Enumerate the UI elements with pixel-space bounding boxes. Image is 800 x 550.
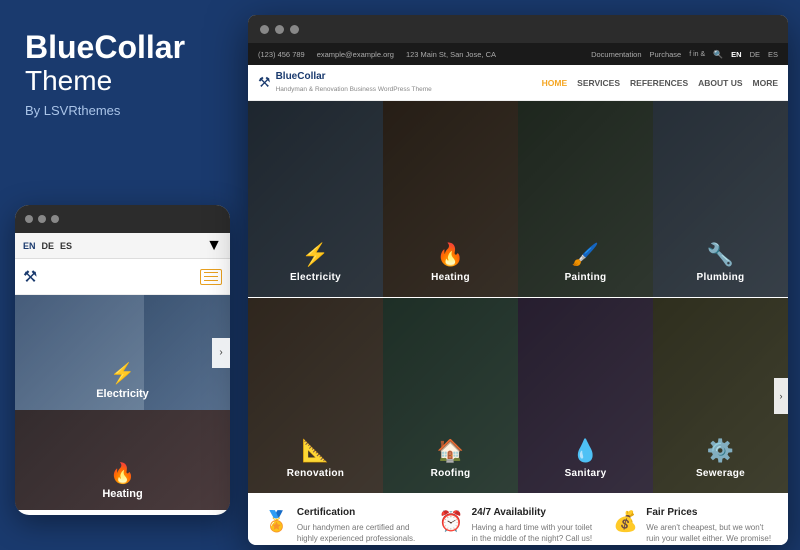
service-plumbing[interactable]: 🔧 Plumbing — [653, 101, 788, 297]
painting-label: Painting — [565, 272, 607, 283]
site-logo-text: BlueCollar Handyman & Renovation Busines… — [276, 71, 432, 94]
sanitary-icon: 💧 — [572, 438, 599, 464]
electricity-icon: ⚡ — [302, 242, 329, 268]
service-sewerage[interactable]: ⚙️ Sewerage — [653, 298, 788, 493]
topbar-lang-en[interactable]: EN — [731, 50, 741, 59]
availability-icon: ⏰ — [439, 509, 464, 534]
services-grid-bottom: 📐 Renovation 🏠 Roofing 💧 Sanitary ⚙️ Sew… — [248, 297, 788, 493]
mobile-next-arrow[interactable]: › — [212, 338, 230, 368]
service-painting[interactable]: 🖌️ Painting — [518, 101, 653, 297]
certification-desc: Our handymen are certified and highly ex… — [297, 522, 423, 544]
menu-line-1 — [204, 272, 218, 273]
prices-desc: We aren't cheapest, but we won't ruin yo… — [646, 522, 772, 544]
left-panel: BlueCollar Theme By LSVRthemes EN DE ES … — [0, 0, 240, 550]
nav-home[interactable]: HOME — [542, 78, 568, 88]
service-heating[interactable]: 🔥 Heating — [383, 101, 518, 297]
topbar-right: Documentation Purchase f in & 🔍 EN DE ES — [591, 50, 778, 59]
topbar-docs-link[interactable]: Documentation — [591, 50, 641, 59]
mobile-logo-icon: ⚒ — [23, 267, 37, 287]
browser-dot-1 — [260, 25, 269, 34]
mobile-menu-icon[interactable] — [200, 269, 222, 285]
feature-certification: 🏅 Certification Our handymen are certifi… — [264, 507, 423, 544]
topbar-social-icons: f in & — [689, 51, 705, 58]
sanitary-label: Sanitary — [565, 468, 607, 479]
availability-title: 24/7 Availability — [472, 507, 598, 518]
availability-desc: Having a hard time with your toilet in t… — [472, 522, 598, 544]
features-section: 🏅 Certification Our handymen are certifi… — [248, 493, 788, 545]
mobile-hero-heating: 🔥 Heating — [15, 410, 230, 510]
menu-line-3 — [204, 280, 218, 281]
mobile-dot-1 — [25, 215, 33, 223]
prices-title: Fair Prices — [646, 507, 772, 518]
mobile-nav-bar: ⚒ — [15, 259, 230, 295]
services-next-arrow[interactable]: › — [774, 378, 788, 414]
service-electricity[interactable]: ⚡ Electricity — [248, 101, 383, 297]
heating-label-mobile: Heating — [102, 488, 142, 500]
service-sanitary[interactable]: 💧 Sanitary — [518, 298, 653, 493]
lang-es[interactable]: ES — [60, 241, 72, 251]
mobile-mockup: EN DE ES ▼ ⚒ ⚡ Electricity › — [15, 205, 230, 515]
renovation-icon: 📐 — [302, 438, 329, 464]
availability-content: 24/7 Availability Having a hard time wit… — [472, 507, 598, 544]
prices-icon: 💰 — [613, 509, 638, 534]
sewerage-icon: ⚙️ — [707, 438, 734, 464]
heating-icon: 🔥 — [437, 242, 464, 268]
topbar-phone: (123) 456 789 — [258, 50, 305, 59]
nav-about[interactable]: ABOUT US — [698, 78, 742, 88]
electricity-label: Electricity — [290, 272, 341, 283]
roofing-label: Roofing — [431, 468, 471, 479]
nav-services[interactable]: SERVICES — [577, 78, 620, 88]
brand-subtitle: Theme — [25, 65, 215, 97]
service-renovation[interactable]: 📐 Renovation — [248, 298, 383, 493]
mobile-hero-electricity: ⚡ Electricity › — [15, 295, 230, 410]
feature-prices: 💰 Fair Prices We aren't cheapest, but we… — [613, 507, 772, 544]
sewerage-label: Sewerage — [696, 468, 745, 479]
topbar-purchase-link[interactable]: Purchase — [650, 50, 682, 59]
lang-dropdown-icon[interactable]: ▼ — [206, 237, 222, 255]
site-logo-icon: ⚒ — [258, 74, 271, 91]
plumbing-icon: 🔧 — [707, 242, 734, 268]
site-topbar: (123) 456 789 example@example.org 123 Ma… — [248, 43, 788, 65]
nav-more[interactable]: MORE — [753, 78, 779, 88]
browser-top-bar — [248, 15, 788, 43]
mobile-top-bar — [15, 205, 230, 233]
electricity-label-mobile: Electricity — [96, 388, 149, 400]
browser-dot-2 — [275, 25, 284, 34]
certification-content: Certification Our handymen are certified… — [297, 507, 423, 544]
topbar-search-icon[interactable]: 🔍 — [713, 50, 723, 59]
nav-references[interactable]: REFERENCES — [630, 78, 688, 88]
browser-mockup: (123) 456 789 example@example.org 123 Ma… — [248, 15, 788, 545]
browser-dot-3 — [290, 25, 299, 34]
mobile-lang-bar: EN DE ES ▼ — [15, 233, 230, 259]
prices-content: Fair Prices We aren't cheapest, but we w… — [646, 507, 772, 544]
topbar-lang-de[interactable]: DE — [750, 50, 760, 59]
mobile-dot-2 — [38, 215, 46, 223]
site-navbar: ⚒ BlueCollar Handyman & Renovation Busin… — [248, 65, 788, 101]
menu-line-2 — [204, 276, 218, 277]
renovation-label: Renovation — [287, 468, 344, 479]
topbar-address: 123 Main St, San Jose, CA — [406, 50, 496, 59]
site-nav-links: HOME SERVICES REFERENCES ABOUT US MORE — [542, 78, 778, 88]
certification-icon: 🏅 — [264, 509, 289, 534]
plumbing-label: Plumbing — [697, 272, 745, 283]
topbar-lang-es[interactable]: ES — [768, 50, 778, 59]
services-grid-top: ⚡ Electricity 🔥 Heating 🖌️ Painting 🔧 Pl… — [248, 101, 788, 297]
lang-de[interactable]: DE — [42, 241, 55, 251]
brand-by: By LSVRthemes — [25, 103, 215, 118]
roofing-icon: 🏠 — [437, 438, 464, 464]
mobile-dot-3 — [51, 215, 59, 223]
electricity-icon-mobile: ⚡ — [110, 361, 135, 386]
certification-title: Certification — [297, 507, 423, 518]
lang-en[interactable]: EN — [23, 241, 36, 251]
painting-icon: 🖌️ — [572, 242, 599, 268]
topbar-email: example@example.org — [317, 50, 394, 59]
feature-availability: ⏰ 24/7 Availability Having a hard time w… — [439, 507, 598, 544]
site-logo-area: ⚒ BlueCollar Handyman & Renovation Busin… — [258, 71, 432, 94]
heating-icon-mobile: 🔥 — [110, 461, 135, 486]
brand-title: BlueCollar — [25, 30, 215, 65]
service-roofing[interactable]: 🏠 Roofing — [383, 298, 518, 493]
heating-label: Heating — [431, 272, 470, 283]
